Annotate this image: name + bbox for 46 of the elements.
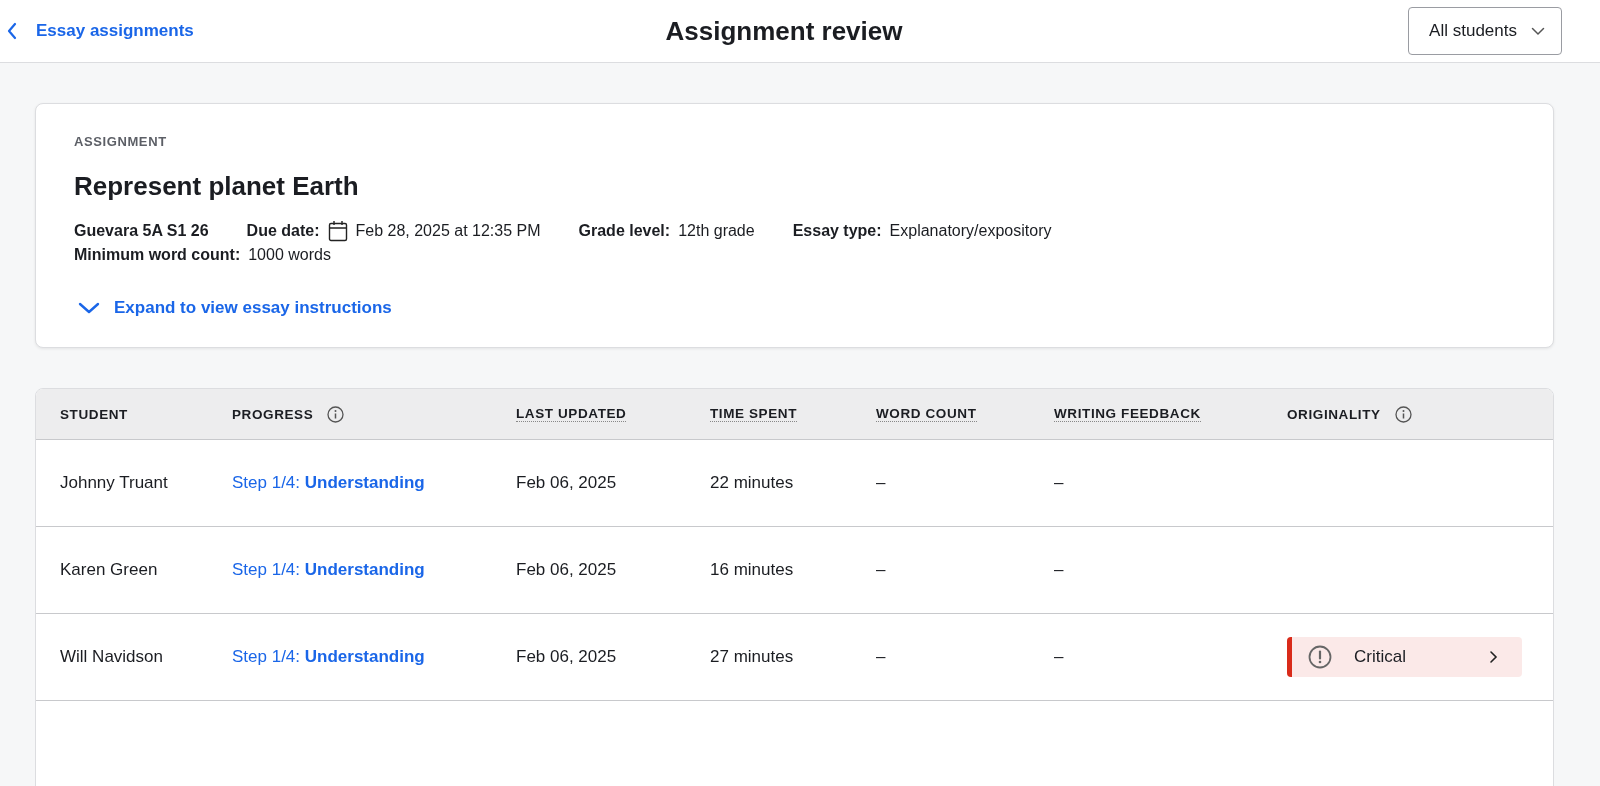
student-name: Will Navidson — [60, 647, 163, 666]
column-header: ORIGINALITY — [1287, 406, 1381, 422]
progress-link[interactable]: Step 1/4: Understanding — [232, 647, 425, 666]
table-cell: Feb 06, 2025 — [516, 647, 617, 666]
column-header[interactable]: LAST UPDATED — [516, 406, 627, 422]
section-label: ASSIGNMENT — [74, 134, 168, 149]
chevron-right-icon — [1489, 650, 1498, 664]
back-link[interactable]: Essay assignments — [6, 21, 194, 41]
assignment-title: Represent planet Earth — [74, 171, 360, 202]
meta-field: Essay type: Explanatory/expository — [792, 220, 1052, 242]
student-filter-dropdown[interactable]: All students — [1408, 7, 1562, 55]
column-header: STUDENT — [60, 406, 128, 422]
progress-link[interactable]: Step 1/4: Understanding — [232, 473, 425, 492]
meta-value: Feb 28, 2025 at 12:35 PM — [355, 222, 541, 240]
table-cell: 27 minutes — [710, 647, 794, 666]
student-name: Karen Green — [60, 560, 158, 579]
table-cell: Feb 06, 2025 — [516, 473, 617, 492]
calendar-icon — [327, 220, 348, 242]
table-cell: – — [876, 473, 886, 492]
progress-link[interactable]: Step 1/4: Understanding — [232, 560, 425, 579]
table-cell: – — [1054, 647, 1064, 666]
meta-label: Due date: — [246, 222, 320, 240]
page-title: Assignment review — [665, 15, 903, 47]
originality-status-button[interactable]: Critical — [1287, 637, 1522, 677]
table-cell: – — [876, 560, 886, 579]
class-name: Guevara 5A S1 26 — [74, 221, 209, 241]
student-name: Johnny Truant — [60, 473, 168, 492]
column-header[interactable]: TIME SPENT — [710, 406, 797, 422]
table-cell: – — [1054, 473, 1064, 492]
column-header[interactable]: WRITING FEEDBACK — [1054, 406, 1201, 422]
meta-field: Minimum word count: 1000 words — [74, 246, 331, 264]
chevron-left-icon — [6, 22, 18, 40]
table-cell: 16 minutes — [710, 560, 794, 579]
table-cell: 22 minutes — [710, 473, 794, 492]
chevron-down-icon — [78, 301, 100, 315]
column-header: PROGRESS — [232, 406, 314, 422]
alert-icon — [1308, 645, 1332, 669]
table-cell: Feb 06, 2025 — [516, 560, 617, 579]
info-icon[interactable] — [327, 405, 345, 423]
column-header[interactable]: WORD COUNT — [876, 406, 977, 422]
table-cell: – — [1054, 560, 1064, 579]
chevron-down-icon — [1531, 26, 1545, 36]
table-cell: – — [876, 647, 886, 666]
expand-instructions-link[interactable]: Expand to view essay instructions — [78, 298, 392, 318]
meta-field: Grade level: 12th grade — [578, 220, 755, 242]
info-icon[interactable] — [1394, 405, 1412, 423]
